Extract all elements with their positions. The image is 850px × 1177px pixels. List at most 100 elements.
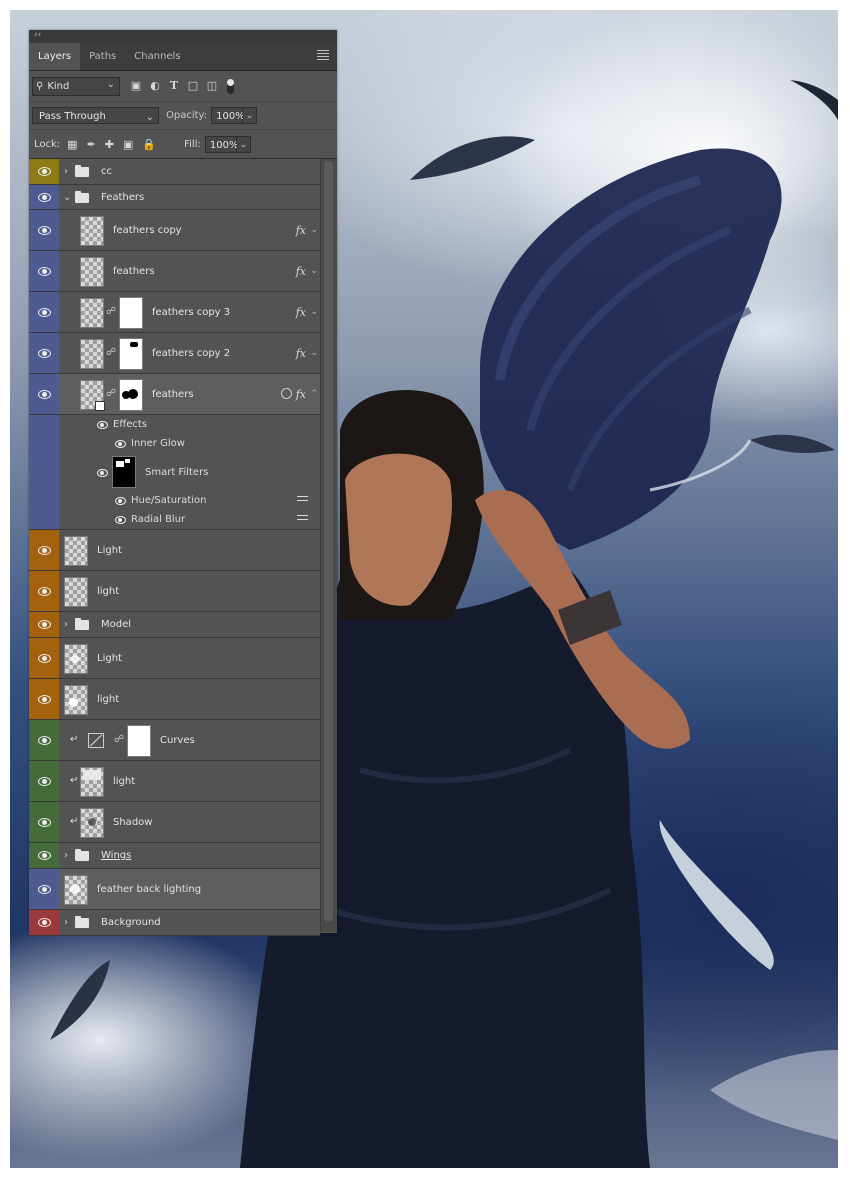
visibility-eye-icon[interactable] xyxy=(29,638,59,678)
inner-glow-row[interactable]: Inner Glow xyxy=(29,434,320,453)
layer-row[interactable]: › Wings xyxy=(29,843,320,869)
visibility-eye-icon[interactable] xyxy=(29,210,59,250)
link-chain-icon[interactable]: ☍ xyxy=(106,306,116,317)
effects-row[interactable]: Effects xyxy=(29,415,320,434)
smart-object-thumbnail xyxy=(80,380,105,411)
visibility-eye-icon[interactable] xyxy=(29,185,59,209)
chevron-right-icon[interactable]: › xyxy=(64,159,68,184)
visibility-eye-icon[interactable] xyxy=(29,761,59,801)
visibility-eye-icon[interactable] xyxy=(29,910,59,935)
smart-filter-link-icon[interactable] xyxy=(281,388,292,399)
layer-row[interactable]: ↵ Shadow xyxy=(29,802,320,843)
visibility-eye-icon[interactable] xyxy=(29,869,59,909)
visibility-eye-icon[interactable] xyxy=(29,159,59,184)
layer-mask-thumbnail[interactable] xyxy=(119,297,143,329)
visibility-eye-icon[interactable] xyxy=(29,292,59,332)
blend-mode-select[interactable]: Pass Through ⌄ xyxy=(32,107,159,124)
layer-row[interactable]: Light xyxy=(29,638,320,679)
chevron-down-icon[interactable]: ⌄ xyxy=(310,251,318,291)
filter-kind-select[interactable]: ⚲ Kind ⌄ xyxy=(32,76,120,96)
smart-filter-mask-thumbnail[interactable] xyxy=(112,456,136,488)
layer-row[interactable]: › cc xyxy=(29,159,320,185)
layer-row[interactable]: ☍ feathers fx ⌃ xyxy=(29,374,320,415)
scrollbar-thumb[interactable] xyxy=(324,161,333,921)
visibility-eye-icon[interactable] xyxy=(29,530,59,570)
chevron-down-icon[interactable]: ⌄ xyxy=(310,292,318,332)
pixel-layer-filter-icon[interactable]: ▣ xyxy=(130,80,142,92)
visibility-eye-icon[interactable] xyxy=(29,333,59,373)
visibility-eye-icon[interactable] xyxy=(29,374,59,414)
layer-row[interactable]: Light xyxy=(29,530,320,571)
tab-paths[interactable]: Paths xyxy=(80,43,125,70)
chevron-right-icon[interactable]: › xyxy=(64,612,68,637)
link-chain-icon[interactable]: ☍ xyxy=(106,388,116,399)
visibility-eye-icon[interactable] xyxy=(115,516,126,524)
fx-icon[interactable]: fx xyxy=(296,333,306,373)
layer-row[interactable]: ↵ light xyxy=(29,761,320,802)
fill-chevron-icon[interactable]: ⌄ xyxy=(236,135,251,153)
visibility-eye-icon[interactable] xyxy=(29,251,59,291)
collapse-icon[interactable]: ‹‹ xyxy=(34,30,41,40)
type-layer-filter-icon[interactable]: T xyxy=(168,80,180,92)
panel-collapse-bar[interactable]: ‹‹ xyxy=(29,30,337,43)
opacity-chevron-icon[interactable]: ⌄ xyxy=(243,107,258,124)
layers-scrollbar[interactable] xyxy=(320,159,337,932)
layer-name: feathers xyxy=(113,265,155,277)
layer-row[interactable]: light xyxy=(29,571,320,612)
visibility-eye-icon[interactable] xyxy=(29,802,59,842)
lock-all-padlock-icon[interactable]: 🔒 xyxy=(142,138,156,151)
chevron-right-icon[interactable]: › xyxy=(64,910,68,935)
visibility-eye-icon[interactable] xyxy=(97,469,108,477)
layer-row[interactable]: › Model xyxy=(29,612,320,638)
link-chain-icon[interactable]: ☍ xyxy=(114,734,124,745)
visibility-eye-icon[interactable] xyxy=(115,497,126,505)
filter-toggle[interactable] xyxy=(227,78,234,94)
blending-options-icon[interactable] xyxy=(297,515,308,524)
shape-layer-filter-icon[interactable]: □ xyxy=(187,80,199,92)
adjustment-layer-filter-icon[interactable]: ◐ xyxy=(149,80,161,92)
layer-mask-thumbnail[interactable] xyxy=(119,338,143,370)
hue-saturation-row[interactable]: Hue/Saturation xyxy=(29,491,320,510)
layer-row[interactable]: ⌄ Feathers xyxy=(29,185,320,210)
tab-channels[interactable]: Channels xyxy=(125,43,189,70)
chevron-down-icon[interactable]: ⌄ xyxy=(63,185,71,209)
lock-image-brush-icon[interactable]: ✒ xyxy=(87,138,96,151)
chevron-up-icon[interactable]: ⌃ xyxy=(310,374,318,414)
layer-row[interactable]: light xyxy=(29,679,320,720)
layer-row[interactable]: feathers copy fx ⌄ xyxy=(29,210,320,251)
radial-blur-row[interactable]: Radial Blur xyxy=(29,510,320,530)
link-chain-icon[interactable]: ☍ xyxy=(106,347,116,358)
lock-transparent-icon[interactable]: ▦ xyxy=(67,138,77,151)
lock-artboard-icon[interactable]: ▣ xyxy=(123,138,133,151)
tab-layers[interactable]: Layers xyxy=(29,43,81,70)
fx-icon[interactable]: fx xyxy=(296,374,306,414)
opacity-field[interactable]: 100% xyxy=(211,107,245,124)
chevron-down-icon[interactable]: ⌄ xyxy=(310,333,318,373)
lock-position-move-icon[interactable]: ✚ xyxy=(105,138,114,151)
layer-row[interactable]: feathers fx ⌄ xyxy=(29,251,320,292)
fx-icon[interactable]: fx xyxy=(296,251,306,291)
layer-row[interactable]: ☍ feathers copy 3 fx ⌄ xyxy=(29,292,320,333)
layer-row[interactable]: ↵ ☍ Curves xyxy=(29,720,320,761)
visibility-eye-icon[interactable] xyxy=(29,612,59,637)
visibility-eye-icon[interactable] xyxy=(29,571,59,611)
blending-options-icon[interactable] xyxy=(297,496,308,505)
fx-icon[interactable]: fx xyxy=(296,210,306,250)
chevron-down-icon[interactable]: ⌄ xyxy=(310,210,318,250)
visibility-eye-icon[interactable] xyxy=(115,440,126,448)
smart-object-filter-icon[interactable]: ◫ xyxy=(206,80,218,92)
fill-field[interactable]: 100% xyxy=(204,135,238,153)
chevron-right-icon[interactable]: › xyxy=(64,843,68,868)
layer-mask-thumbnail[interactable] xyxy=(119,379,143,411)
layer-mask-thumbnail[interactable] xyxy=(127,725,151,757)
layer-row[interactable]: feather back lighting xyxy=(29,869,320,910)
smart-filters-row[interactable]: Smart Filters xyxy=(29,453,320,491)
panel-menu-icon[interactable] xyxy=(317,50,329,60)
visibility-eye-icon[interactable] xyxy=(29,679,59,719)
layer-row[interactable]: › Background xyxy=(29,910,320,936)
visibility-eye-icon[interactable] xyxy=(29,843,59,868)
layer-row[interactable]: ☍ feathers copy 2 fx ⌄ xyxy=(29,333,320,374)
fx-icon[interactable]: fx xyxy=(296,292,306,332)
visibility-eye-icon[interactable] xyxy=(29,720,59,760)
visibility-eye-icon[interactable] xyxy=(97,421,108,429)
